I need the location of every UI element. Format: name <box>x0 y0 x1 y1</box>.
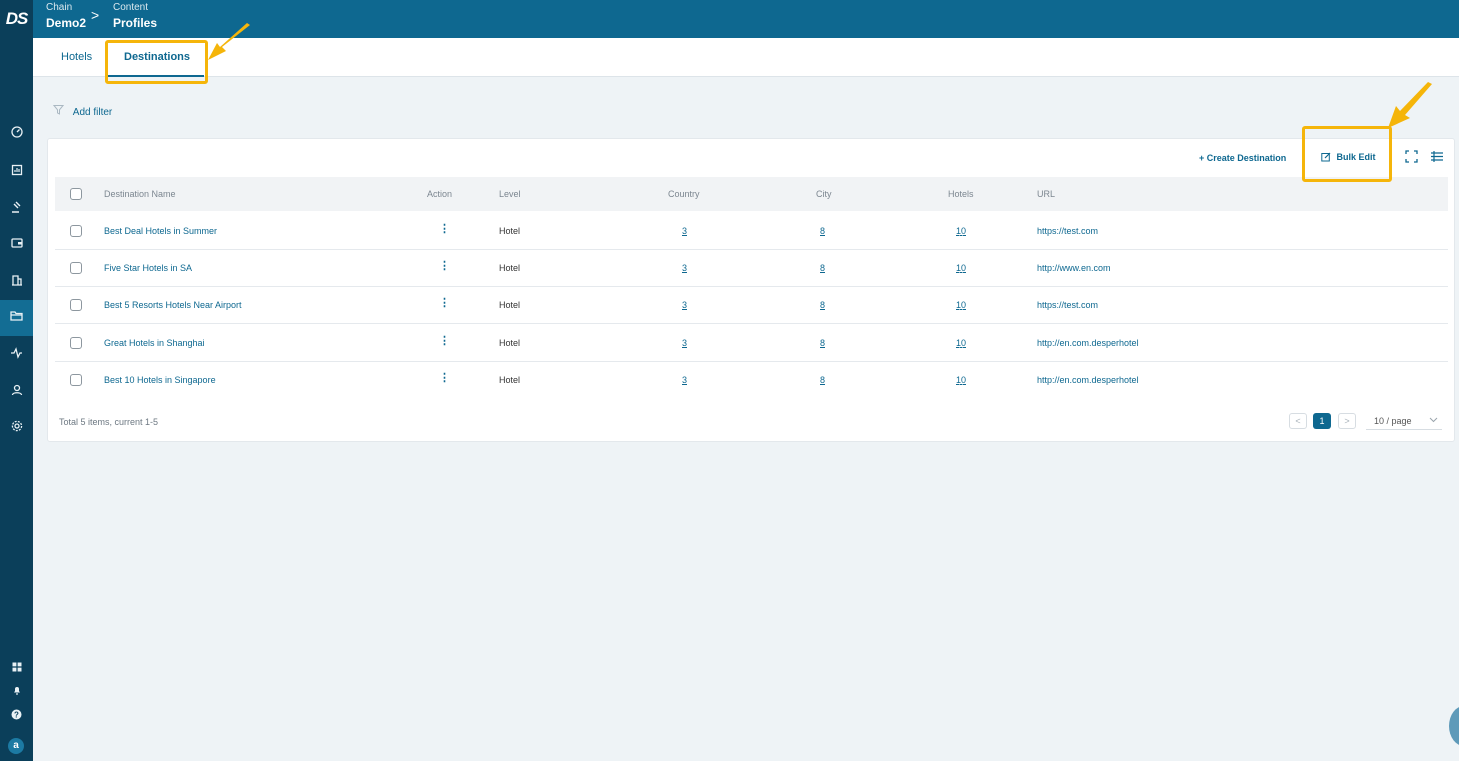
activity-icon[interactable] <box>0 345 33 365</box>
highlight-box-destinations <box>105 40 208 84</box>
destination-name-link[interactable]: Great Hotels in Shanghai <box>104 338 205 348</box>
more-actions-icon[interactable]: ⋮ <box>439 371 450 384</box>
row-checkbox[interactable] <box>70 374 82 386</box>
breadcrumb-chain-label: Chain <box>46 2 73 13</box>
breadcrumb-content-label: Content <box>113 2 149 13</box>
wallet-icon[interactable] <box>0 235 33 255</box>
breadcrumb-chain-value: Demo2 <box>46 16 87 30</box>
chevron-left-icon: < <box>1295 416 1301 426</box>
hotels-count-link[interactable]: 10 <box>956 338 966 348</box>
tab-hotels[interactable]: Hotels <box>61 51 92 63</box>
more-actions-icon[interactable]: ⋮ <box>439 334 450 347</box>
country-count-link[interactable]: 3 <box>682 375 687 385</box>
column-settings-icon[interactable] <box>1430 150 1444 166</box>
user-icon[interactable] <box>0 382 33 402</box>
destination-name-link[interactable]: Five Star Hotels in SA <box>104 263 192 273</box>
more-actions-icon[interactable]: ⋮ <box>439 259 450 272</box>
hotels-count-link[interactable]: 10 <box>956 226 966 236</box>
country-count-link[interactable]: 3 <box>682 338 687 348</box>
country-count-link[interactable]: 3 <box>682 263 687 273</box>
url-cell[interactable]: http://en.com.desperhotel <box>1037 338 1139 348</box>
url-cell[interactable]: https://test.com <box>1037 226 1098 236</box>
fullscreen-icon[interactable] <box>1405 150 1418 166</box>
destination-name-link[interactable]: Best Deal Hotels in Summer <box>104 226 217 236</box>
url-cell[interactable]: http://www.en.com <box>1037 263 1111 273</box>
pagination-total: Total 5 items, current 1-5 <box>59 417 159 427</box>
hotels-count-link[interactable]: 10 <box>956 300 966 310</box>
highlight-box-bulk-edit <box>1302 126 1392 182</box>
row-checkbox[interactable] <box>70 225 82 237</box>
add-filter-label: Add filter <box>72 107 113 118</box>
level-cell: Hotel <box>499 300 521 310</box>
more-actions-icon[interactable]: ⋮ <box>439 296 450 309</box>
city-count-link[interactable]: 8 <box>820 226 825 236</box>
chevron-right-icon: > <box>1344 416 1350 426</box>
gavel-icon[interactable] <box>0 199 33 219</box>
city-count-link[interactable]: 8 <box>820 300 825 310</box>
column-header-city[interactable]: City <box>816 189 832 199</box>
dashboard-icon[interactable] <box>0 124 33 144</box>
country-count-link[interactable]: 3 <box>682 226 687 236</box>
destinations-table-card: + Create Destination Bulk Edit Destinati… <box>47 138 1455 442</box>
grid-icon[interactable] <box>0 658 33 678</box>
annotation-arrow-icon <box>1388 82 1432 128</box>
city-count-link[interactable]: 8 <box>820 338 825 348</box>
level-cell: Hotel <box>499 226 521 236</box>
breadcrumb-chain[interactable]: Chain Demo2 <box>46 2 86 32</box>
app-logo[interactable]: DS <box>0 0 33 38</box>
table-row: Best Deal Hotels in Summer ⋮ Hotel 3 8 1… <box>55 213 1448 250</box>
page-size-select[interactable]: 10 / page <box>1366 412 1442 430</box>
annotation-arrow-icon <box>208 23 250 60</box>
city-count-link[interactable]: 8 <box>820 263 825 273</box>
building-icon[interactable] <box>0 272 33 292</box>
row-checkbox[interactable] <box>70 337 82 349</box>
chat-bubble-button[interactable] <box>1449 706 1459 746</box>
settings-icon[interactable] <box>0 418 33 438</box>
city-count-link[interactable]: 8 <box>820 375 825 385</box>
prev-page-button[interactable]: < <box>1289 413 1307 429</box>
url-cell[interactable]: https://test.com <box>1037 300 1098 310</box>
page-1-button[interactable]: 1 <box>1313 413 1331 429</box>
row-checkbox[interactable] <box>70 262 82 274</box>
level-cell: Hotel <box>499 375 521 385</box>
column-header-url[interactable]: URL <box>1037 189 1055 199</box>
breadcrumb-content[interactable]: Content Profiles <box>113 2 157 32</box>
add-filter[interactable]: Add filter <box>52 104 113 118</box>
column-header-name[interactable]: Destination Name <box>104 189 176 199</box>
breadcrumb-content-value: Profiles <box>113 16 158 30</box>
table-row: Best 5 Resorts Hotels Near Airport ⋮ Hot… <box>55 287 1448 324</box>
destination-name-link[interactable]: Best 10 Hotels in Singapore <box>104 375 216 385</box>
country-count-link[interactable]: 3 <box>682 300 687 310</box>
report-icon[interactable] <box>0 162 33 182</box>
hotels-count-link[interactable]: 10 <box>956 375 966 385</box>
sidebar: ? a <box>0 38 33 761</box>
column-header-level[interactable]: Level <box>499 189 521 199</box>
column-header-country[interactable]: Country <box>668 189 700 199</box>
more-actions-icon[interactable]: ⋮ <box>439 222 450 235</box>
url-cell[interactable]: http://en.com.desperhotel <box>1037 375 1139 385</box>
row-checkbox[interactable] <box>70 299 82 311</box>
table-header: Destination Name Action Level Country Ci… <box>55 177 1448 211</box>
hotels-count-link[interactable]: 10 <box>956 263 966 273</box>
avatar[interactable]: a <box>8 738 24 754</box>
table-row: Best 10 Hotels in Singapore ⋮ Hotel 3 8 … <box>55 362 1448 399</box>
chevron-down-icon <box>1429 412 1438 430</box>
chevron-right-icon: > <box>91 7 100 23</box>
column-header-hotels[interactable]: Hotels <box>948 189 974 199</box>
page-size-value: 10 / page <box>1374 416 1412 426</box>
next-page-button[interactable]: > <box>1338 413 1356 429</box>
select-all-checkbox[interactable] <box>70 188 82 200</box>
filter-icon <box>52 105 67 118</box>
column-header-action: Action <box>427 189 453 199</box>
destination-name-link[interactable]: Best 5 Resorts Hotels Near Airport <box>104 300 242 310</box>
create-destination-button[interactable]: + Create Destination <box>1199 153 1286 163</box>
table-row: Great Hotels in Shanghai ⋮ Hotel 3 8 10 … <box>55 325 1448 362</box>
help-icon[interactable]: ? <box>0 706 33 726</box>
bell-icon[interactable] <box>0 681 33 701</box>
folder-icon[interactable] <box>0 300 33 336</box>
table-row: Five Star Hotels in SA ⋮ Hotel 3 8 10 ht… <box>55 250 1448 287</box>
svg-text:?: ? <box>14 710 19 719</box>
level-cell: Hotel <box>499 338 521 348</box>
level-cell: Hotel <box>499 263 521 273</box>
